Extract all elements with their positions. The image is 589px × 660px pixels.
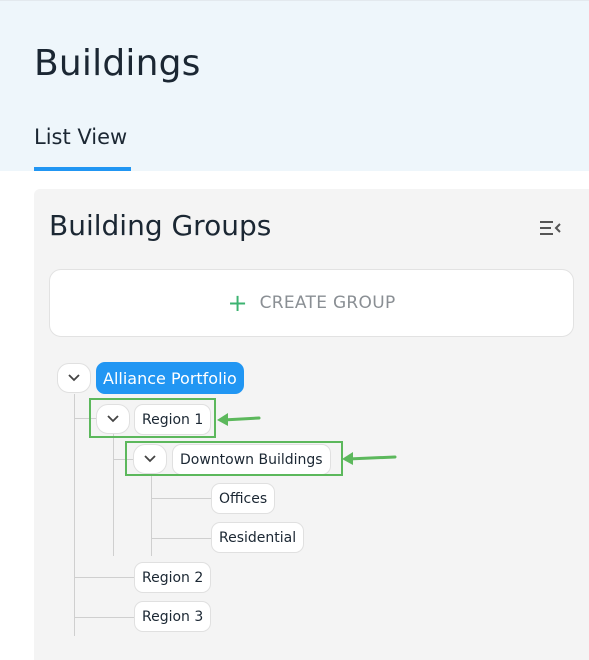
tree-node-region-2[interactable]: Region 2 xyxy=(134,562,212,593)
tree-node-alliance-portfolio[interactable]: Alliance Portfolio xyxy=(96,362,244,394)
tree-connector xyxy=(151,498,211,499)
highlight-box xyxy=(89,398,216,438)
tab-list-view[interactable]: List View xyxy=(34,125,127,149)
tree-node-region-3[interactable]: Region 3 xyxy=(134,601,212,632)
annotation-arrow-icon xyxy=(217,413,261,426)
tree-connector xyxy=(151,538,211,539)
tree-connector xyxy=(74,577,134,578)
tree-node-residential[interactable]: Residential xyxy=(211,522,305,553)
page-header: Buildings List View xyxy=(0,0,589,171)
panel-title: Building Groups xyxy=(49,209,272,242)
create-group-button[interactable]: + CREATE GROUP xyxy=(49,269,574,337)
tree-connector xyxy=(113,434,114,556)
expand-toggle-alliance-portfolio[interactable] xyxy=(57,363,91,393)
page-title: Buildings xyxy=(34,43,201,84)
annotation-arrow-icon xyxy=(342,452,397,465)
tree-connector xyxy=(74,394,75,636)
plus-icon: + xyxy=(227,289,248,317)
highlight-box xyxy=(125,441,343,476)
tree-node-offices[interactable]: Offices xyxy=(211,483,276,514)
menu-collapse-icon[interactable] xyxy=(539,219,561,237)
chevron-down-icon xyxy=(68,374,80,382)
active-tab-indicator xyxy=(34,167,131,171)
tree-connector xyxy=(151,474,152,556)
tree-connector xyxy=(74,617,134,618)
create-group-label: CREATE GROUP xyxy=(259,293,396,313)
